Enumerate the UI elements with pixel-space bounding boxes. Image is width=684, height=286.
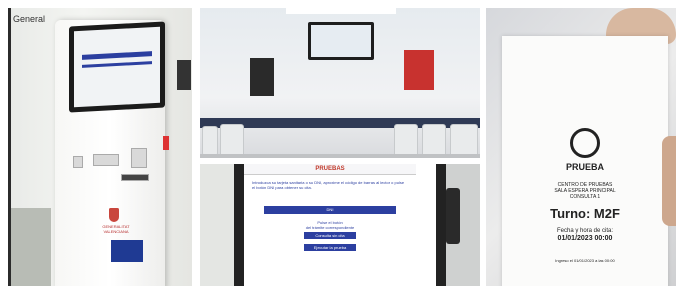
ticket-brand: PRUEBA xyxy=(565,162,604,172)
chair xyxy=(202,126,218,156)
eu-flag xyxy=(111,240,143,262)
ticket-center-line-3: CONSULTA 1 xyxy=(569,194,601,200)
tramite-line-2: del trámite correspondiente xyxy=(305,225,355,230)
touchscreen-photo: PRUEBAS Introduzca su tarjeta sanitaria … xyxy=(200,164,480,286)
floor-shadow xyxy=(11,208,51,286)
red-indicator xyxy=(163,136,169,150)
kiosk-photo: General GENERALITAT VALENCIANA xyxy=(8,8,192,286)
instruction-text: Introduzca su tarjeta sanitaria o su DNI… xyxy=(252,180,405,190)
kiosk-screen-button xyxy=(82,61,152,68)
consulta-button[interactable]: Consulta sin cita xyxy=(304,232,356,239)
screen-title: PRUEBAS xyxy=(315,166,345,172)
chair xyxy=(220,124,244,158)
ticket-output-slot xyxy=(121,174,149,181)
prueba-button[interactable]: Ejecutar la prueba xyxy=(304,244,356,251)
tramite-prompt: Pulse el botón del trámite correspondien… xyxy=(264,220,396,230)
ticket-photo: PRUEBA CENTRO DE PRUEBAS SALA ESPERA PRI… xyxy=(486,8,676,286)
dni-button[interactable]: DNI xyxy=(264,206,396,214)
card-reader-slot xyxy=(93,154,119,166)
waiting-room-photo xyxy=(200,8,480,158)
display-screen xyxy=(308,22,374,60)
floor xyxy=(200,154,480,158)
chair xyxy=(422,124,446,158)
ceiling-light xyxy=(286,8,396,14)
side-handle xyxy=(177,60,191,90)
side-handle xyxy=(446,188,460,244)
ticket-cita-value: 01/01/2023 00:00 xyxy=(557,235,613,242)
barcode-reader xyxy=(131,148,147,168)
ticket-footer: Ingreso el 01/01/2023 a las 00:00 xyxy=(555,258,615,263)
kiosk-screen-display xyxy=(74,26,160,108)
people-icon xyxy=(570,128,600,158)
screen-header: PRUEBAS xyxy=(244,164,416,175)
brand-text: GENERALITAT VALENCIANA xyxy=(91,224,141,234)
printed-ticket: PRUEBA CENTRO DE PRUEBAS SALA ESPERA PRI… xyxy=(502,36,668,286)
corner-label: General xyxy=(13,14,46,24)
kiosk-frame xyxy=(200,164,234,286)
touchscreen: PRUEBAS Introduzca su tarjeta sanitaria … xyxy=(234,164,446,286)
chair xyxy=(394,124,418,158)
ticket-cita-label: Fecha y hora de cita: xyxy=(556,228,614,234)
kiosk-screen xyxy=(69,21,165,113)
brand-line-2: VALENCIANA xyxy=(103,229,129,234)
card-icon xyxy=(73,156,83,168)
kiosk-screen-button xyxy=(82,51,152,60)
display-screen-content xyxy=(311,25,371,57)
wall-poster-red xyxy=(404,50,434,90)
wall-poster xyxy=(250,58,274,96)
thumb xyxy=(662,136,676,226)
chair xyxy=(450,124,478,158)
ticket-turno: Turno: M2F xyxy=(550,206,620,221)
